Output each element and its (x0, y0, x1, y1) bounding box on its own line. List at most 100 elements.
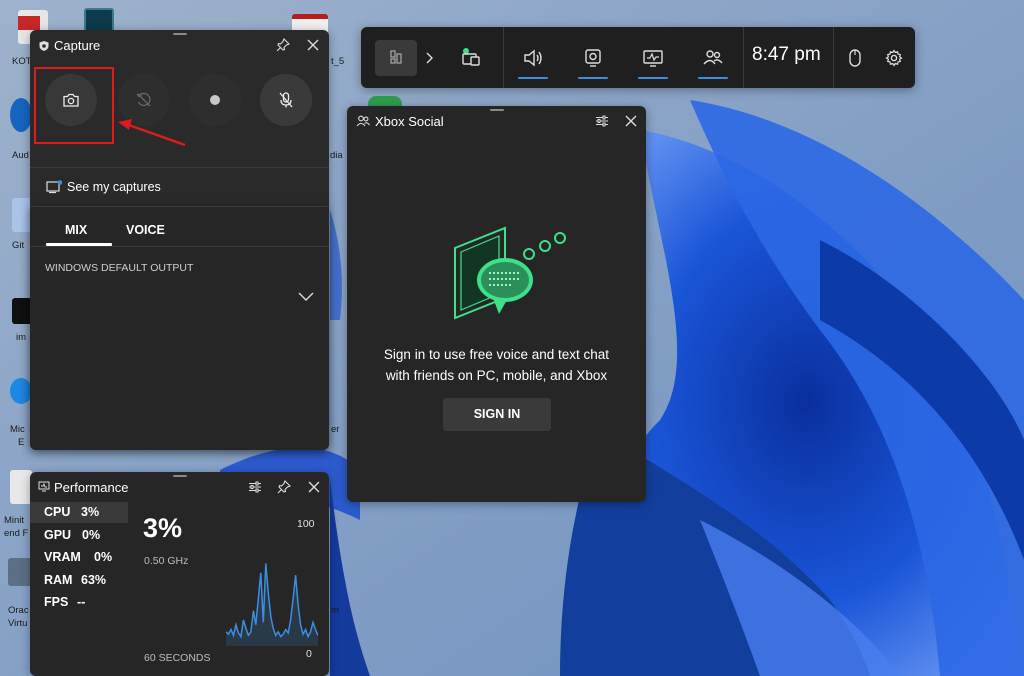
desktop-label: Virtu (8, 618, 28, 629)
output-device-dropdown[interactable] (296, 286, 316, 306)
friends-icon (703, 49, 723, 64)
desktop-label: Minit (4, 515, 25, 526)
xbox-widget-icon (390, 50, 402, 64)
desktop-label: KOT (12, 56, 32, 67)
speaker-icon (524, 49, 542, 66)
metric-value: 0% (82, 528, 101, 542)
desktop-label: Mic (10, 424, 25, 435)
capture-widget-button[interactable] (569, 27, 617, 88)
cpu-frequency: 0.50 GHz (144, 555, 189, 567)
tab-mix[interactable]: MIX (65, 223, 87, 237)
desktop-label: end F (4, 528, 29, 539)
capture-title: Capture (54, 38, 101, 53)
see-captures-label: See my captures (67, 180, 161, 194)
active-indicator (638, 77, 668, 79)
game-bar (361, 27, 915, 88)
performance-monitor-icon (38, 481, 50, 492)
drag-handle[interactable] (172, 475, 187, 477)
chat-illustration-icon (454, 226, 566, 320)
metric-name: FPS (44, 595, 69, 609)
performance-widget-button[interactable] (629, 27, 677, 88)
metric-row-cpu[interactable]: CPU 3% (30, 502, 128, 523)
drag-handle[interactable] (489, 109, 504, 111)
pin-icon (277, 480, 291, 494)
record-dot-icon (210, 95, 220, 105)
close-button[interactable] (304, 477, 324, 497)
expand-bar-button[interactable] (419, 27, 439, 88)
cpu-big-value: 3% (143, 513, 183, 543)
metric-row-gpu[interactable]: GPU 0% (30, 525, 128, 546)
close-button[interactable] (621, 111, 641, 131)
pin-button[interactable] (274, 477, 294, 497)
close-icon (308, 481, 320, 493)
output-device-label: WINDOWS DEFAULT OUTPUT (45, 262, 194, 274)
graph-duration: 60 SECONDS (144, 652, 211, 664)
capture-monitor-icon (462, 47, 480, 66)
metric-row-vram[interactable]: VRAM 0% (30, 547, 128, 568)
metric-name: CPU (44, 505, 71, 519)
performance-title: Performance (54, 480, 129, 495)
desktop-icon-minitool[interactable] (10, 470, 32, 504)
social-title: Xbox Social (375, 114, 444, 129)
social-settings-button[interactable] (592, 111, 612, 131)
active-indicator (578, 77, 608, 79)
desktop-label: E (18, 437, 25, 448)
audio-widget: MIX VOICE WINDOWS DEFAULT OUTPUT (30, 206, 329, 450)
mic-off-icon (279, 92, 293, 108)
metric-value: 3% (81, 505, 100, 519)
annotation-arrow (118, 119, 186, 147)
close-button[interactable] (303, 35, 323, 55)
record-last-30s-icon (136, 92, 151, 107)
performance-widget: Performance CPU 3% GPU 0% VRAM 0% RAM 63… (30, 472, 329, 676)
desktop-label: dia (330, 150, 343, 161)
metric-value: 0% (94, 550, 113, 564)
sign-in-message-line2: with friends on PC, mobile, and Xbox (385, 368, 608, 383)
desktop-icon-git[interactable] (12, 198, 32, 232)
desktop-icon-image[interactable] (12, 298, 32, 324)
start-recording-button[interactable] (189, 74, 241, 126)
desktop-icon-audacity[interactable] (10, 98, 32, 132)
sliders-icon (596, 115, 608, 127)
chevron-down-icon (298, 292, 314, 301)
metric-name: VRAM (44, 550, 81, 564)
widget-menu-button[interactable] (375, 40, 417, 76)
mouse-icon (849, 48, 861, 67)
cpu-usage-graph (226, 563, 318, 646)
pin-icon (276, 38, 290, 52)
sign-in-message-line1: Sign in to use free voice and text chat (383, 347, 610, 362)
performance-monitor-icon (643, 49, 663, 67)
settings-button[interactable] (877, 27, 911, 88)
close-icon (307, 39, 319, 51)
metric-value: -- (77, 595, 86, 609)
metric-row-ram[interactable]: RAM 63% (30, 570, 128, 591)
shield-camera-icon (39, 41, 49, 51)
desktop-icon-virtualbox[interactable] (8, 558, 32, 586)
cpu-graph-line (226, 563, 318, 639)
performance-options-button[interactable] (245, 477, 265, 497)
desktop-label: t_5 (331, 56, 345, 67)
capture-toggle-button[interactable] (451, 27, 491, 88)
tab-voice[interactable]: VOICE (126, 223, 165, 237)
pin-button[interactable] (273, 35, 293, 55)
desktop-label: m (331, 605, 339, 616)
desktop-label: Orac (8, 605, 29, 616)
sign-in-button[interactable]: SIGN IN (443, 398, 551, 431)
metric-row-fps[interactable]: FPS -- (30, 592, 128, 613)
gallery-icon (46, 180, 62, 194)
mic-toggle-button[interactable] (260, 74, 312, 126)
active-indicator (698, 77, 728, 79)
metric-name: RAM (44, 573, 73, 587)
chevron-right-icon (426, 52, 433, 63)
graph-axis-min: 0 (306, 648, 312, 660)
xbox-social-button[interactable] (689, 27, 737, 88)
annotation-highlight-box (34, 67, 114, 144)
gear-icon (885, 48, 903, 67)
friends-icon (356, 115, 370, 127)
xbox-social-widget: Xbox Social Sign in to use free voice an… (347, 106, 646, 502)
audio-widget-button[interactable] (509, 27, 557, 88)
mouse-button[interactable] (837, 27, 873, 88)
desktop-label: im (16, 332, 27, 343)
sliders-icon (249, 481, 261, 493)
desktop-icon-edge[interactable] (10, 378, 32, 404)
drag-handle[interactable] (172, 33, 187, 35)
